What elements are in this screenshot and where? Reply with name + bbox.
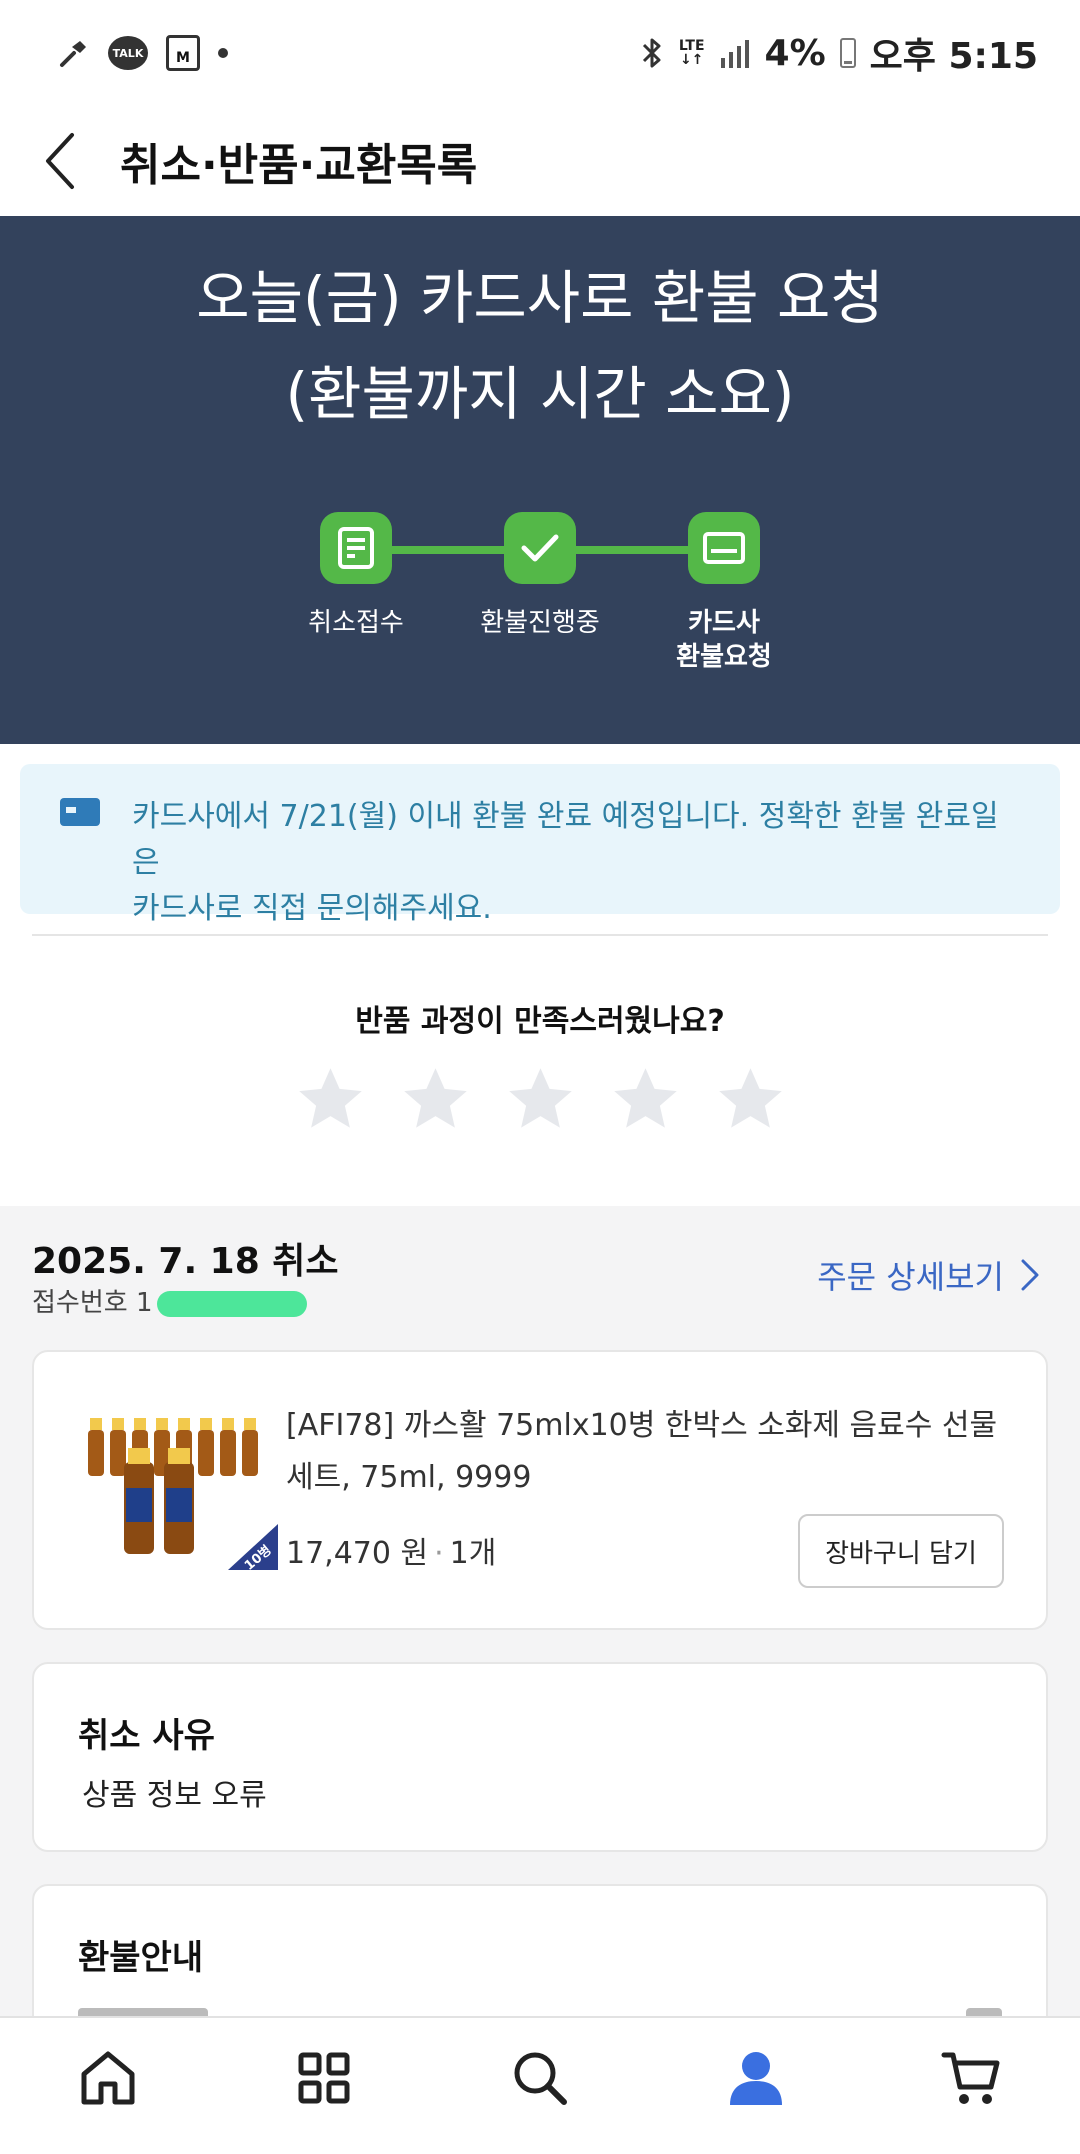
satisfaction-survey: 반품 과정이 만족스러웠나요? <box>0 934 1080 1206</box>
back-button[interactable] <box>0 106 120 216</box>
status-title-line1: 오늘(금) 카드사로 환불 요청 <box>196 264 884 332</box>
chevron-right-icon <box>1021 1259 1039 1291</box>
star-icon-4[interactable] <box>608 1062 683 1137</box>
cancel-reason-card: 취소 사유 상품 정보 오류 <box>32 1662 1048 1852</box>
step-card-refund-request: 카드사 환불요청 <box>624 496 824 674</box>
product-card: 10병 [AFI78] 까스활 75mlx10병 한박스 소화제 음료수 선물세… <box>32 1350 1048 1630</box>
nav-home[interactable] <box>48 2028 168 2128</box>
cancel-reason-text: 상품 정보 오류 <box>82 1778 267 1813</box>
refund-status-banner: 오늘(금) 카드사로 환불 요청 (환불까지 시간 소요) 취소접수 환불진행중… <box>0 216 1080 744</box>
search-icon <box>514 2052 567 2105</box>
document-icon <box>320 512 392 584</box>
receipt-number: 접수번호 1 <box>32 1282 307 1319</box>
cart-icon <box>941 2052 1000 2104</box>
lte-label: LTE <box>678 38 705 54</box>
refund-info-text: 카드사에서 7/21(월) 이내 환불 완료 예정입니다. 정확한 환불 완료일… <box>132 794 1020 926</box>
order-cancel-date: 2025. 7. 18 취소 <box>32 1241 339 1282</box>
step-cancel-received: 취소접수 <box>256 496 456 640</box>
home-icon <box>81 2051 135 2105</box>
product-quantity: 1개 <box>449 1536 497 1571</box>
battery-icon <box>839 38 856 68</box>
card-icon <box>688 512 760 584</box>
refund-info-box: 카드사에서 7/21(월) 이내 환불 완료 예정입니다. 정확한 환불 완료일… <box>20 764 1060 926</box>
progress-steps: 취소접수 환불진행중 카드사 환불요청 <box>0 496 1080 696</box>
step-label-line2: 환불요청 <box>676 642 772 672</box>
secure-folder-icon: M <box>166 35 200 71</box>
step-label: 카드사 환불요청 <box>624 606 824 674</box>
star-icon-1[interactable] <box>293 1062 368 1137</box>
clock: 오후 5:15 <box>869 36 1038 77</box>
add-to-cart-button[interactable]: 장바구니 담기 <box>798 1514 1004 1588</box>
star-icon-3[interactable] <box>503 1062 578 1137</box>
product-price: 17,470 원 <box>286 1536 429 1571</box>
star-icon-5[interactable] <box>713 1062 788 1137</box>
product-name[interactable]: [AFI78] 까스활 75mlx10병 한박스 소화제 음료수 선물세트, 7… <box>286 1400 1006 1504</box>
redaction-mark <box>156 1290 307 1317</box>
more-notifications-dot <box>218 48 228 58</box>
categories-icon <box>298 2052 350 2104</box>
bottom-navigation <box>0 2016 1080 2154</box>
order-detail-label: 주문 상세보기 <box>817 1258 1004 1296</box>
status-title-line2: (환불까지 시간 소요) <box>285 360 795 428</box>
step-label: 취소접수 <box>308 608 404 638</box>
step-label: 환불진행중 <box>480 608 600 638</box>
refund-info-heading: 환불안내 <box>78 1938 204 1978</box>
nav-search[interactable] <box>480 2028 600 2128</box>
status-right: LTE ↓↑ 4% 오후 5:15 <box>639 27 1038 79</box>
signal-icon <box>719 38 751 68</box>
header: 취소·반품·교환목록 <box>0 106 1080 216</box>
chevron-left-icon <box>46 133 74 189</box>
cancel-reason-heading: 취소 사유 <box>78 1716 215 1756</box>
survey-question: 반품 과정이 만족스러웠나요? <box>355 1004 725 1039</box>
info-line1: 카드사에서 7/21(월) 이내 환불 완료 예정입니다. 정확한 환불 완료일… <box>132 799 999 880</box>
star-rating <box>0 1062 1080 1137</box>
hammer-icon <box>58 37 90 69</box>
card-icon <box>60 798 100 826</box>
nav-my-page[interactable] <box>696 2028 816 2128</box>
separator-dot: · <box>434 1536 444 1571</box>
kakaotalk-icon: TALK <box>108 36 148 70</box>
info-section: 카드사에서 7/21(월) 이내 환불 완료 예정입니다. 정확한 환불 완료일… <box>0 744 1080 934</box>
order-detail-link[interactable]: 주문 상세보기 <box>817 1252 1040 1298</box>
my-page-icon <box>730 2052 782 2105</box>
bluetooth-icon <box>639 36 665 70</box>
battery-percent: 4% <box>764 32 826 74</box>
step-label-line1: 카드사 <box>688 608 760 638</box>
check-icon <box>504 512 576 584</box>
product-image[interactable]: 10병 <box>78 1400 278 1570</box>
status-left: TALK M <box>58 35 228 71</box>
nav-categories[interactable] <box>264 2028 384 2128</box>
info-line2: 카드사로 직접 문의해주세요. <box>132 891 492 926</box>
step-refund-in-progress: 환불진행중 <box>440 496 640 640</box>
receipt-label: 접수번호 <box>32 1288 128 1318</box>
star-icon-2[interactable] <box>398 1062 473 1137</box>
lte-icon: LTE ↓↑ <box>678 38 705 68</box>
nav-cart[interactable] <box>912 2028 1032 2128</box>
status-bar: TALK M LTE ↓↑ 4% 오후 5:15 <box>0 0 1080 106</box>
divider <box>32 934 1048 936</box>
receipt-visible: 1 <box>135 1288 153 1318</box>
page-title: 취소·반품·교환목록 <box>120 140 478 191</box>
product-price-qty: 17,470 원 · 1개 <box>286 1528 496 1572</box>
